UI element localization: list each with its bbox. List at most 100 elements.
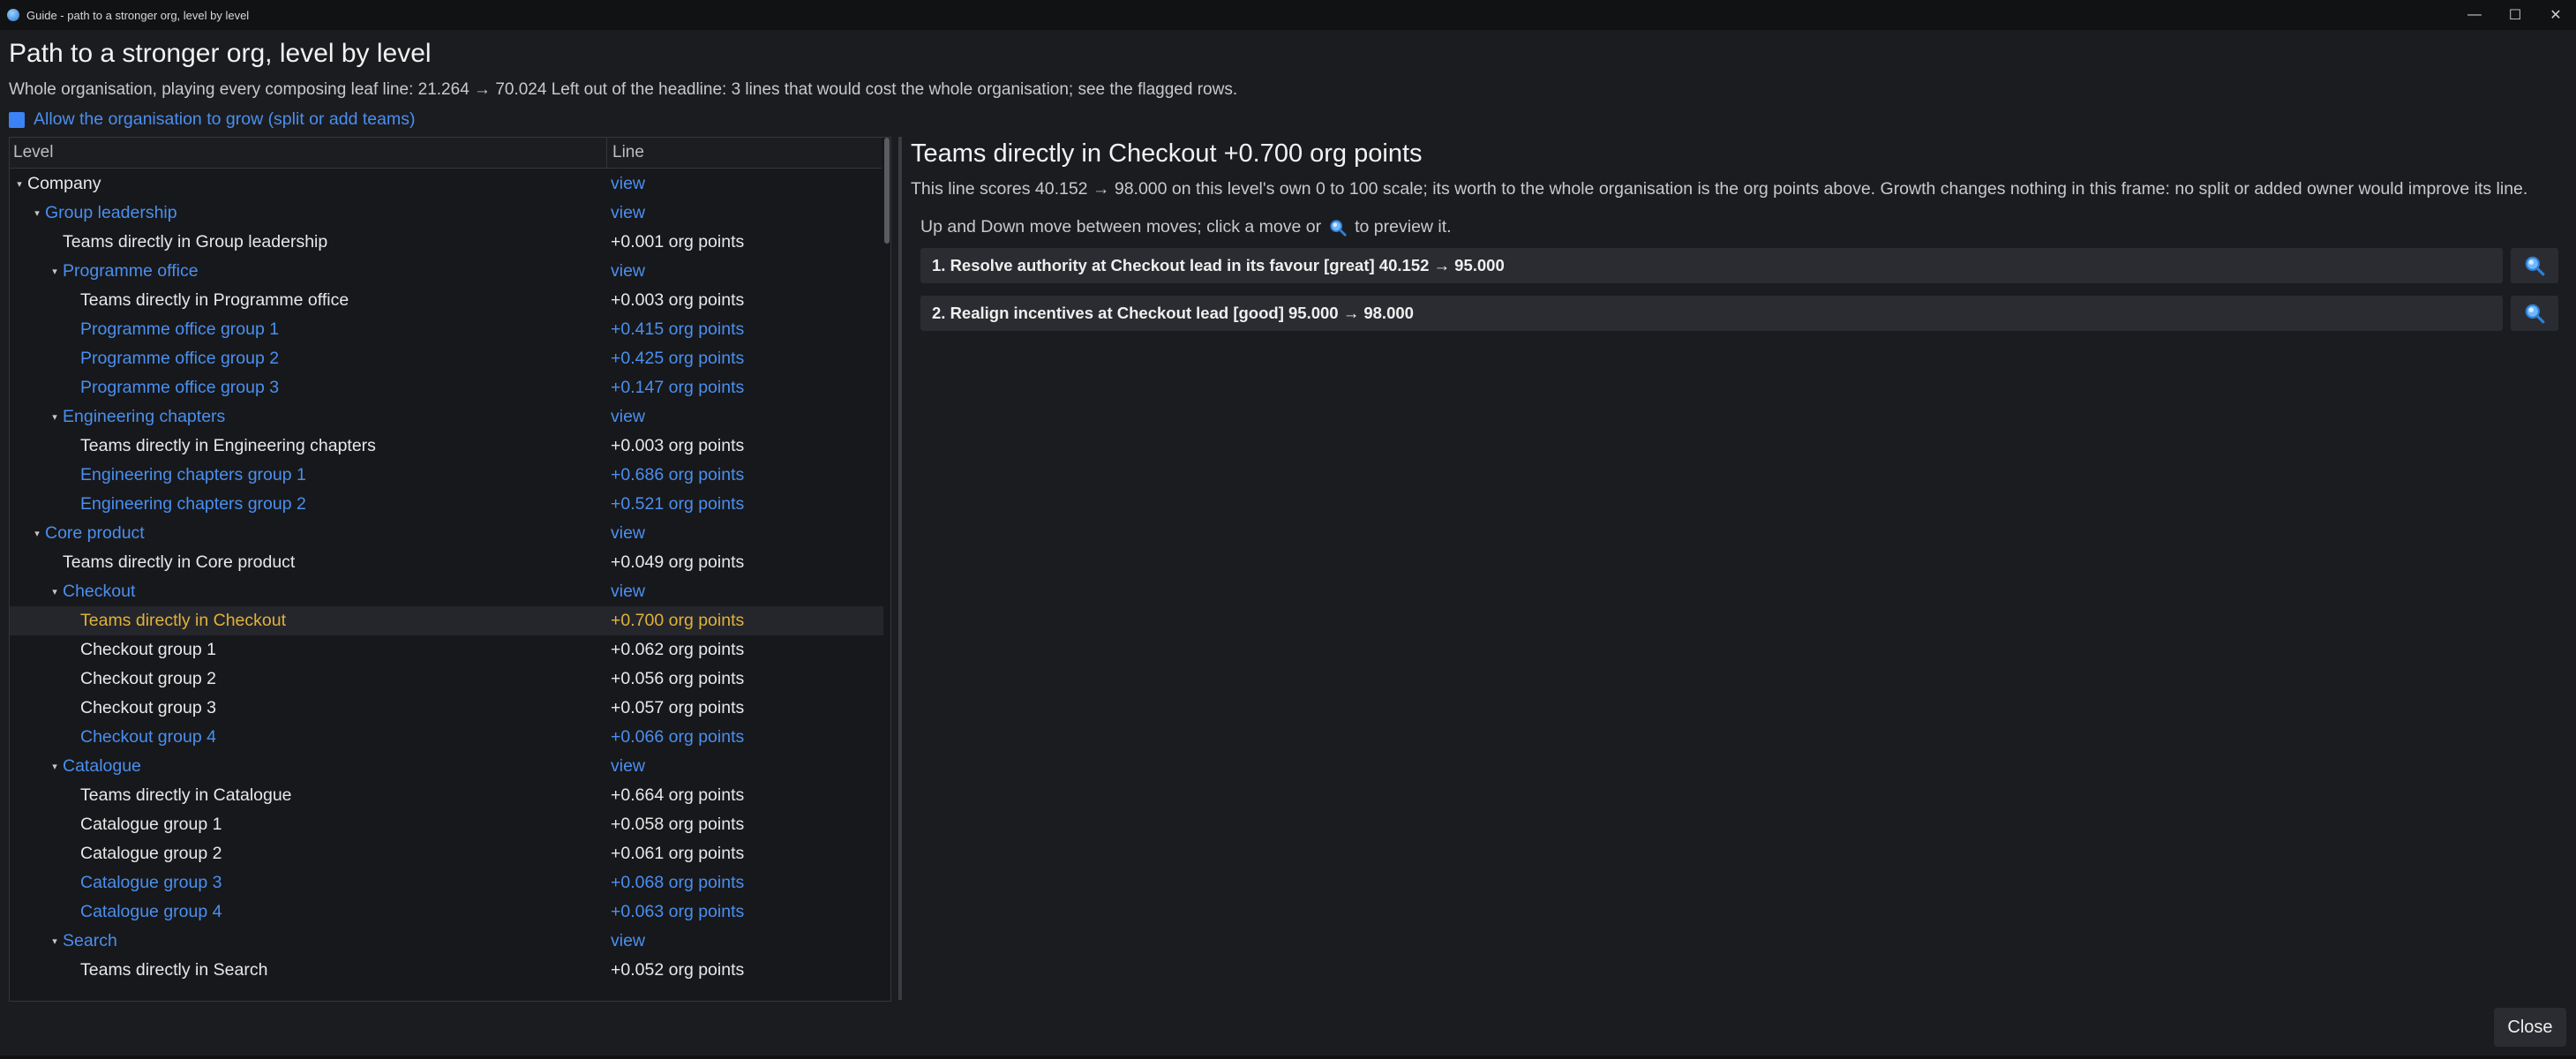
tree-row[interactable]: Teams directly in Group leadership +0.001… — [10, 228, 883, 257]
tree-row-label: Checkout group 3 — [80, 698, 216, 717]
tree-row-level: Engineering chapters group 1 — [10, 465, 665, 485]
tree-row[interactable]: Teams directly in Core product +0.049 org… — [10, 548, 883, 577]
minimize-button[interactable]: — — [2454, 0, 2495, 30]
tree-row[interactable]: Teams directly in Engineering chapters +0… — [10, 432, 883, 461]
close-button[interactable]: Close — [2494, 1008, 2566, 1047]
view-link[interactable]: view — [611, 407, 645, 427]
tree-row[interactable]: Catalogue group 3 +0.068 org points — [10, 868, 883, 898]
grow-label[interactable]: Allow the organisation to grow (split or… — [34, 109, 415, 130]
tree-row[interactable]: Checkout group 1 +0.062 org points — [10, 635, 883, 665]
view-link[interactable]: view — [611, 931, 645, 951]
tree-row-label[interactable]: Engineering chapters group 2 — [80, 494, 306, 514]
tree-row[interactable]: Programme office group 1 +0.415 org point… — [10, 315, 883, 344]
tree-row[interactable]: Teams directly in Search +0.052 org point… — [10, 956, 883, 985]
tree-row[interactable]: ▾ Engineering chapters view — [10, 402, 883, 432]
tree-row-label[interactable]: Group leadership — [45, 203, 177, 223]
magnifier-icon — [2525, 256, 2545, 276]
app-icon — [7, 9, 19, 21]
tree-row-label[interactable]: Catalogue group 4 — [80, 902, 222, 922]
tree-row[interactable]: Teams directly in Checkout +0.700 org poi… — [10, 606, 883, 635]
move-label-1[interactable]: 1. Resolve authority at Checkout lead in… — [920, 256, 1505, 275]
chevron-down-icon[interactable]: ▾ — [47, 761, 63, 772]
tree-row[interactable]: Checkout group 3 +0.057 org points — [10, 694, 883, 723]
tree-row-label[interactable]: Teams directly in Checkout — [80, 611, 286, 631]
tree-row-label[interactable]: Checkout — [63, 582, 135, 602]
view-link[interactable]: view — [611, 261, 645, 282]
tree-row-level: Teams directly in Programme office — [10, 290, 665, 311]
chevron-down-icon[interactable]: ▾ — [47, 935, 63, 947]
tree-row-label[interactable]: Engineering chapters group 1 — [80, 465, 306, 485]
tree-row[interactable]: Catalogue group 2 +0.061 org points — [10, 839, 883, 868]
view-link[interactable]: view — [611, 174, 645, 194]
window-title: Guide - path to a stronger org, level by… — [26, 8, 250, 22]
tree-row-label[interactable]: Engineering chapters — [63, 407, 225, 427]
tree-row-label[interactable]: Programme office group 2 — [80, 349, 279, 369]
tree-row-level: Programme office group 3 — [10, 378, 665, 398]
tree-row-value[interactable]: +0.147 org points — [611, 378, 744, 398]
tree-row-label: Teams directly in Group leadership — [63, 232, 328, 252]
tree-row[interactable]: Teams directly in Programme office +0.003… — [10, 286, 883, 315]
tree-row[interactable]: ▾ Checkout view — [10, 577, 883, 606]
tree-row[interactable]: Engineering chapters group 1 +0.686 org p… — [10, 461, 883, 490]
preview-button-1[interactable] — [2511, 248, 2558, 283]
tree-row-label[interactable]: Catalogue — [63, 756, 141, 777]
tree-row[interactable]: Catalogue group 1 +0.058 org points — [10, 810, 883, 839]
tree-row-value[interactable]: +0.415 org points — [611, 319, 744, 340]
move-label-2[interactable]: 2. Realign incentives at Checkout lead [… — [920, 304, 1414, 323]
tree-scrollbar[interactable] — [883, 138, 890, 1001]
tree-row[interactable]: Engineering chapters group 2 +0.521 org p… — [10, 490, 883, 519]
view-link[interactable]: view — [611, 523, 645, 544]
tree-row-value[interactable]: +0.425 org points — [611, 349, 744, 369]
tree-row[interactable]: Teams directly in Catalogue +0.664 org po… — [10, 781, 883, 810]
tree-row-level: Teams directly in Engineering chapters — [10, 436, 665, 456]
chevron-down-icon[interactable]: ▾ — [47, 586, 63, 597]
tree-row[interactable]: ▾ Core product view — [10, 519, 883, 548]
tree-row[interactable]: Checkout group 4 +0.066 org points — [10, 723, 883, 752]
tree-row-label: Catalogue group 1 — [80, 815, 222, 834]
chevron-down-icon[interactable]: ▾ — [47, 411, 63, 423]
tree-row[interactable]: ▾ Catalogue view — [10, 752, 883, 781]
tree-row-label[interactable]: Programme office group 1 — [80, 319, 279, 340]
tree-row-value[interactable]: +0.063 org points — [611, 902, 744, 922]
tree-row[interactable]: ▾ Group leadership view — [10, 199, 883, 228]
move-item-2[interactable]: 2. Realign incentives at Checkout lead [… — [920, 296, 2503, 331]
view-link[interactable]: view — [611, 756, 645, 777]
tree-row-value[interactable]: +0.068 org points — [611, 873, 744, 893]
tree-row-value[interactable]: +0.700 org points — [611, 611, 744, 631]
grow-checkbox[interactable] — [9, 111, 25, 128]
view-link[interactable]: view — [611, 582, 645, 602]
maximize-button[interactable]: ☐ — [2495, 0, 2535, 30]
tree-row-label[interactable]: Core product — [45, 523, 145, 544]
tree-row[interactable]: ▾ Company view — [10, 169, 883, 199]
grow-toggle[interactable]: Allow the organisation to grow (split or… — [9, 109, 415, 130]
move-item-1[interactable]: 1. Resolve authority at Checkout lead in… — [920, 248, 2503, 283]
chevron-down-icon[interactable]: ▾ — [47, 266, 63, 277]
tree-row-value[interactable]: +0.066 org points — [611, 727, 744, 747]
chevron-down-icon[interactable]: ▾ — [29, 207, 45, 219]
chevron-down-icon[interactable]: ▾ — [11, 178, 27, 190]
column-header-level[interactable]: Level — [10, 138, 607, 168]
tree-row[interactable]: Checkout group 2 +0.056 org points — [10, 665, 883, 694]
tree-row-label[interactable]: Catalogue group 3 — [80, 873, 222, 893]
tree-row-label[interactable]: Checkout group 4 — [80, 727, 216, 747]
close-window-button[interactable]: ✕ — [2535, 0, 2576, 30]
tree-row-label[interactable]: Search — [63, 931, 117, 951]
view-link[interactable]: view — [611, 203, 645, 223]
chevron-down-icon[interactable]: ▾ — [29, 528, 45, 539]
tree-row[interactable]: Programme office group 2 +0.425 org point… — [10, 344, 883, 373]
tree-row-value[interactable]: +0.521 org points — [611, 494, 744, 514]
tree-scrollbar-thumb[interactable] — [884, 138, 890, 244]
column-header-line[interactable]: Line — [607, 138, 882, 168]
panel-splitter[interactable] — [898, 137, 902, 1000]
tree-row[interactable]: Catalogue group 4 +0.063 org points — [10, 898, 883, 927]
detail-hint: Up and Down move between moves; click a … — [920, 217, 1452, 237]
tree-row[interactable]: ▾ Programme office view — [10, 257, 883, 286]
tree-row-label[interactable]: Programme office group 3 — [80, 378, 279, 398]
tree-row-level: ▾ Search — [10, 931, 647, 951]
tree-row-label[interactable]: Programme office — [63, 261, 199, 282]
tree-row-level: ▾ Catalogue — [10, 756, 647, 777]
tree-row[interactable]: Programme office group 3 +0.147 org point… — [10, 373, 883, 402]
preview-button-2[interactable] — [2511, 296, 2558, 331]
tree-row-value[interactable]: +0.686 org points — [611, 465, 744, 485]
tree-row[interactable]: ▾ Search view — [10, 927, 883, 956]
